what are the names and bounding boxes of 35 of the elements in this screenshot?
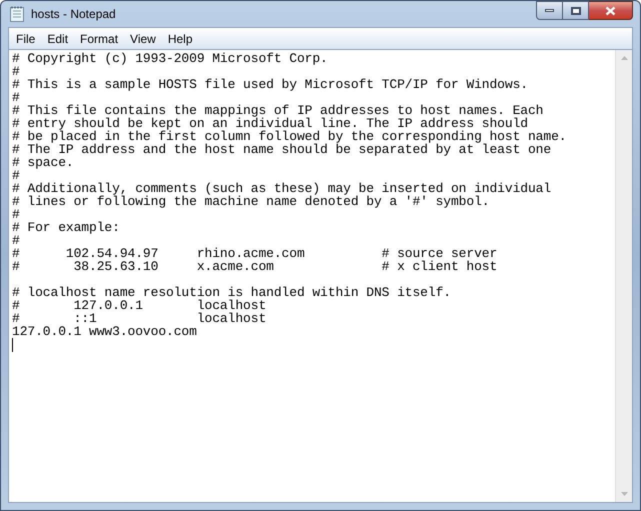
menu-item[interactable]: Format <box>75 30 124 48</box>
text-line: # <box>12 208 20 221</box>
text-line: # 127.0.0.1 localhost <box>12 299 266 312</box>
window-title: hosts - Notepad <box>31 6 116 23</box>
notepad-icon <box>10 6 24 22</box>
text-line: # 102.54.94.97 rhino.acme.com # source server <box>12 247 498 260</box>
menu-item[interactable]: View <box>125 30 161 48</box>
text-line: # be placed in the first column followed by the corresponding host name. <box>12 130 566 143</box>
text-line: # For example: <box>12 221 120 234</box>
text-line: # <box>12 169 20 182</box>
text-line: # <box>12 234 20 247</box>
minimize-icon <box>545 9 554 12</box>
menu-item[interactable]: Edit <box>42 30 74 48</box>
text-line: # space. <box>12 156 74 169</box>
text-line: # This file contains the mappings of IP addresses to host names. Each <box>12 104 544 117</box>
close-icon <box>605 6 616 16</box>
maximize-icon <box>570 6 580 14</box>
maximize-button[interactable] <box>563 1 589 20</box>
text-line: # The IP address and the host name should be separated by at least one <box>12 143 552 156</box>
text-line: # Copyright (c) 1993-2009 Microsoft Corp. <box>12 52 328 65</box>
text-line: 127.0.0.1 www3.oovoo.com <box>12 325 197 338</box>
text-line: # localhost name resolution is handled within DNS itself. <box>12 286 451 299</box>
menu-item[interactable]: File <box>11 30 40 48</box>
text-line: # Additionally, comments (such as these) may be inserted on individual <box>12 182 552 195</box>
text-line: # <box>12 65 20 78</box>
text-line: # 38.25.63.10 x.acme.com # x client host <box>12 260 498 273</box>
text-line: # This is a sample HOSTS file used by Microsoft TCP/IP for Windows. <box>12 78 528 91</box>
close-button[interactable] <box>589 1 633 20</box>
menu-item[interactable]: Help <box>162 30 198 48</box>
text-line: # entry should be kept on an individual line. The IP address should <box>12 117 528 130</box>
text-line: # ::1 localhost <box>12 312 266 325</box>
minimize-button[interactable] <box>536 1 563 20</box>
text-line: # lines or following the machine name denoted by a '#' symbol. <box>12 195 490 208</box>
text-line: # <box>12 91 20 104</box>
text-cursor <box>12 338 13 352</box>
